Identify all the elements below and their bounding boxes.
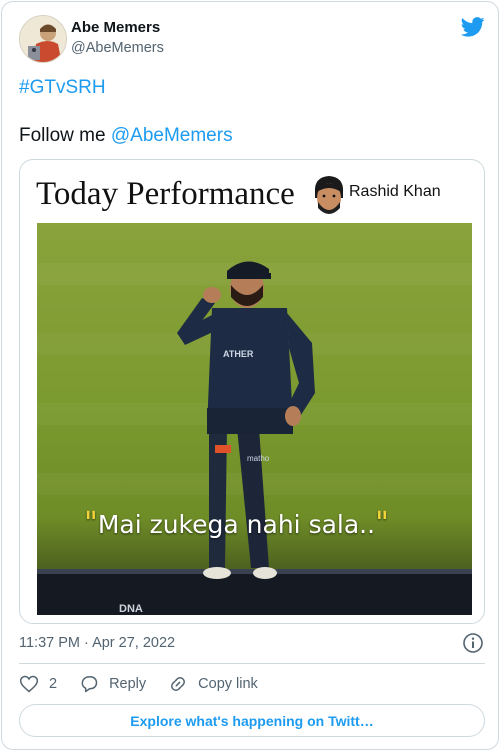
author-name[interactable]: Abe Memers [71,19,160,36]
tweet-timestamp[interactable]: 11:37 PM · Apr 27, 2022 [19,635,175,651]
heart-icon [19,675,39,693]
reply-label: Reply [109,676,147,692]
reply-button[interactable]: Reply [79,674,146,694]
face-illustration [314,176,344,214]
copy-link-label: Copy link [198,676,258,692]
svg-text:ATHER: ATHER [223,349,254,359]
action-bar: 2 Reply Copy link [19,673,280,695]
cricketer-figure: DNA ATHER matho [37,261,472,615]
tweet-card: Abe Memers @AbeMemers #GTvSRH Follow me … [1,1,499,750]
tweet-text: Follow me @AbeMemers [19,125,233,147]
like-count: 2 [49,676,58,692]
svg-text:DNA: DNA [119,603,143,615]
avatar[interactable] [19,15,67,63]
like-button[interactable]: 2 [19,674,57,694]
caption-text: Mai zukega nahi sala.. [97,510,376,539]
twitter-bird-icon[interactable] [461,16,485,38]
caption-close-quote: " [375,506,389,541]
meme-caption: "Mai zukega nahi sala.." [84,506,389,541]
info-icon[interactable] [462,632,484,654]
link-icon [171,677,186,691]
divider [19,663,485,664]
explore-button[interactable]: Explore what's happening on Twitt… [19,704,485,737]
mention-link[interactable]: @AbeMemers [111,125,233,146]
reply-icon [81,676,98,693]
avatar-illustration [20,16,66,62]
meme-photo: DNA ATHER matho "Mai zukega nahi sala.." [37,223,472,615]
caption-open-quote: " [84,506,98,541]
tweet-media[interactable]: Today Performance Rashid Khan DNA ATHER … [19,159,485,624]
copy-link-button[interactable]: Copy link [168,674,258,694]
hashtag-link[interactable]: #GTvSRH [19,77,106,99]
person-name: Rashid Khan [349,183,441,200]
author-handle[interactable]: @AbeMemers [71,40,164,56]
follow-text: Follow me [19,125,106,146]
meme-title: Today Performance [36,176,295,212]
svg-text:matho: matho [247,454,270,463]
